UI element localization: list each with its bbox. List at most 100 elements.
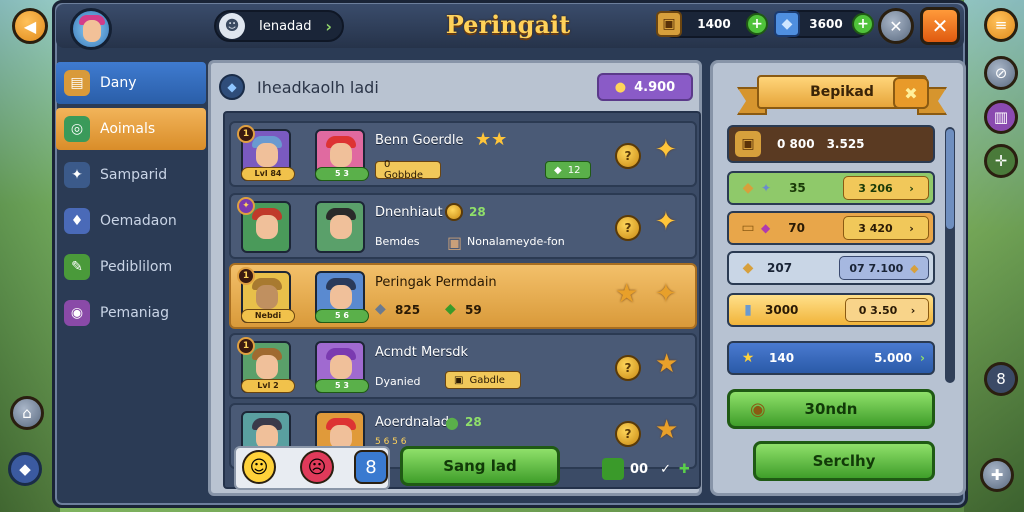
character-name: Aoerdnalad xyxy=(375,415,450,430)
rank-badge: 1 xyxy=(237,337,255,355)
coin-button[interactable]: ? xyxy=(615,355,641,381)
chat-emoji-button[interactable]: 8 xyxy=(354,450,388,484)
crystal-icon: ▮ xyxy=(744,302,752,318)
gem-counter: 00 ✓ ✚ xyxy=(602,458,690,480)
map-compass-icon[interactable]: ✛ xyxy=(984,144,1018,178)
chevron-right-icon: › xyxy=(325,16,332,36)
menu-icon[interactable]: ≡ xyxy=(984,8,1018,42)
sidebar-item-dany[interactable]: ▤ Dany xyxy=(56,62,206,104)
gem-icon: ◆ xyxy=(445,301,456,317)
smile-emoji-button[interactable]: ☺ xyxy=(242,450,276,484)
star-icon: ★ xyxy=(655,349,679,379)
tools-button[interactable]: ✕ xyxy=(878,8,914,44)
claim-button[interactable]: ◉ 30ndn xyxy=(727,389,935,429)
list-item[interactable]: 1 Lvl 84 5 3 Benn Goerdle ★★ 0 Gobbde ◆ 1… xyxy=(229,121,697,187)
shield-icon: ◆ xyxy=(8,452,42,486)
main-panel: ◆ Iheadkaolh ladi ● 4.900 1 Lvl 84 5 3 B… xyxy=(208,60,702,496)
character-name: Acmdt Mersdk xyxy=(375,345,469,360)
character-portrait: ✦ xyxy=(237,197,291,253)
character-portrait: 5 6 xyxy=(315,271,369,323)
sidebar-item-aoimals[interactable]: ◎ Aoimals xyxy=(56,108,206,150)
plus-icon[interactable]: ✚ xyxy=(679,462,690,477)
book-icon[interactable]: ▥ xyxy=(984,100,1018,134)
back-button[interactable]: ◀ xyxy=(12,8,48,44)
page-title: Peringait xyxy=(445,10,571,39)
chevron-right-icon: › xyxy=(909,181,914,195)
search-icon: ☻ xyxy=(219,13,245,39)
stat-value: 825 xyxy=(395,303,421,317)
character-list: 1 Lvl 84 5 3 Benn Goerdle ★★ 0 Gobbde ◆ 1… xyxy=(223,111,701,489)
home-icon[interactable]: ⌂ xyxy=(10,396,44,430)
chevron-right-icon: › xyxy=(909,221,914,235)
rank-badge: 1 xyxy=(237,125,255,143)
close-button[interactable]: ✕ xyxy=(920,7,960,45)
list-item[interactable]: ✦ Dnenhiaut 28 Bemdes ▣ Nonalameyde-fon … xyxy=(229,193,697,259)
character-name: Benn Goerdle xyxy=(375,133,464,148)
arrow-left-icon: ◀ xyxy=(23,16,37,36)
shield-icon[interactable]: 8 xyxy=(984,362,1018,396)
send-button[interactable]: Sang lad xyxy=(400,446,560,486)
coin-icon xyxy=(445,203,463,221)
reward-panel: Bepikad ✖ ▣ 0 800 3.525 ◆ ✦ 35 3 206 › ▭ … xyxy=(710,60,966,496)
gold-nugget-icon: ◆ xyxy=(742,260,754,276)
character-portrait xyxy=(315,201,365,253)
crate-icon: ▣ xyxy=(447,233,463,252)
add-gold-button[interactable]: + xyxy=(746,13,768,35)
reward-tag: ◆ 12 xyxy=(545,161,591,179)
reward-row[interactable]: ▭ ◆ 70 3 420 › xyxy=(727,211,935,245)
map-icon: ▤ xyxy=(64,70,90,96)
reward-row[interactable]: ◆ ✦ 35 3 206 › xyxy=(727,171,935,205)
star-icon: ✦ xyxy=(64,162,90,188)
sidebar-item-pediblilom[interactable]: ✎ Pediblilom xyxy=(56,246,206,288)
star-icon: ★ xyxy=(655,415,679,445)
gold-ore-icon: ◆ xyxy=(742,180,754,196)
reward-row[interactable]: ▮ 3000 0 3.50 › xyxy=(727,293,935,327)
player-avatar[interactable] xyxy=(70,8,112,50)
sidebar-item-pemaniag[interactable]: ◉ Pemaniag xyxy=(56,292,206,334)
item-tag: 0 Gobbde xyxy=(375,159,441,181)
angry-emoji-button[interactable]: ☹ xyxy=(300,450,334,484)
check-icon: ✓ xyxy=(660,461,671,477)
reward-row[interactable]: ▣ 0 800 3.525 xyxy=(727,125,935,163)
close-icon: ✕ xyxy=(931,14,949,38)
character-sub: Bemdes xyxy=(375,235,420,248)
location-label: Ienadad xyxy=(259,18,312,34)
gem-icon: ◆ xyxy=(554,164,562,176)
currency-pill[interactable]: ● 4.900 xyxy=(597,73,693,101)
list-item[interactable]: 1 Lvl 2 5 3 Acmdt Mersdk Dyanied ▣ Gabdle… xyxy=(229,333,697,399)
list-item-selected[interactable]: 1 Nebdi 5 6 Peringak Permdain ◆ 825 ◆ 59… xyxy=(229,263,697,329)
character-portrait: 5 3 xyxy=(315,341,369,393)
sidebar: ▤ Dany ◎ Aoimals ✦ Samparid ♦ Oemadaon ✎… xyxy=(56,62,206,502)
gem-purple-icon: ◆ xyxy=(761,221,771,235)
sparkle-star-icon: ✦ xyxy=(655,207,677,237)
gem-icon xyxy=(602,458,624,480)
spell-icon: ◉ xyxy=(64,300,90,326)
scrollbar[interactable] xyxy=(945,127,955,383)
puzzle-icon[interactable]: ✚ xyxy=(980,458,1014,492)
character-portrait: 1 Nebdi xyxy=(237,267,295,323)
location-selector[interactable]: ☻ Ienadad › xyxy=(214,10,344,42)
coin-bag-icon: ● xyxy=(614,79,627,95)
row-note: Nonalameyde-fon xyxy=(467,235,565,248)
reward-row[interactable]: ◆ 207 07 7.100 ◆ xyxy=(727,251,935,285)
search-button[interactable]: Serclhy xyxy=(753,441,935,481)
gold-chest-icon: ▣ xyxy=(656,11,682,37)
gold-icon: ◆ xyxy=(910,261,919,275)
add-gems-button[interactable]: + xyxy=(852,13,874,35)
reward-row[interactable]: ★ 140 5.000 › xyxy=(727,341,935,375)
coin-button[interactable]: ? xyxy=(615,215,641,241)
character-name: Dnenhiaut xyxy=(375,205,443,220)
link-icon[interactable]: ⊘ xyxy=(984,56,1018,90)
sidebar-item-samparid[interactable]: ✦ Samparid xyxy=(56,154,206,196)
main-header: ◆ Iheadkaolh ladi ● 4.900 xyxy=(219,69,693,105)
rank-badge: ✦ xyxy=(237,197,255,215)
potion-icon: ♦ xyxy=(64,208,90,234)
chevron-right-icon: › xyxy=(910,303,916,317)
rank-badge: 1 xyxy=(237,267,255,285)
sparkle-star-icon: ✦ xyxy=(655,279,677,309)
item-tag: ▣ Gabdle xyxy=(445,371,521,389)
sidebar-item-oemadaon[interactable]: ♦ Oemadaon xyxy=(56,200,206,242)
main-title: Iheadkaolh ladi xyxy=(257,77,379,97)
coin-button[interactable]: ? xyxy=(615,143,641,169)
crate-icon: ▣ xyxy=(454,374,464,386)
